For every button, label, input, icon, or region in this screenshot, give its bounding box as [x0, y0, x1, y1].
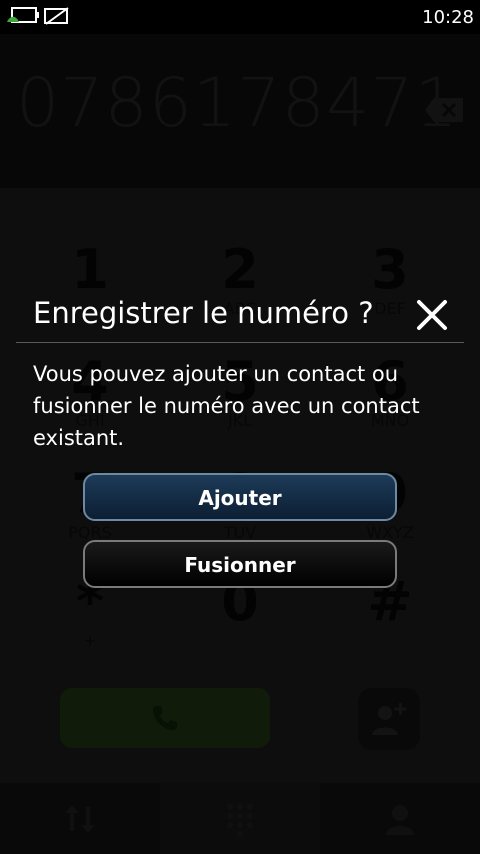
- dialog-divider: [16, 342, 464, 343]
- status-bar: 10:28: [0, 0, 480, 34]
- dialog-message: Vous pouvez ajouter un contact ou fusion…: [33, 362, 420, 450]
- no-signal-icon: [44, 6, 70, 30]
- battery-charging-icon: [6, 6, 40, 30]
- merge-button[interactable]: Fusionner: [83, 540, 397, 588]
- close-icon[interactable]: [414, 297, 450, 333]
- add-button[interactable]: Ajouter: [83, 473, 397, 521]
- status-time: 10:28: [422, 7, 474, 28]
- dialog-title: Enregistrer le numéro ?: [33, 296, 374, 330]
